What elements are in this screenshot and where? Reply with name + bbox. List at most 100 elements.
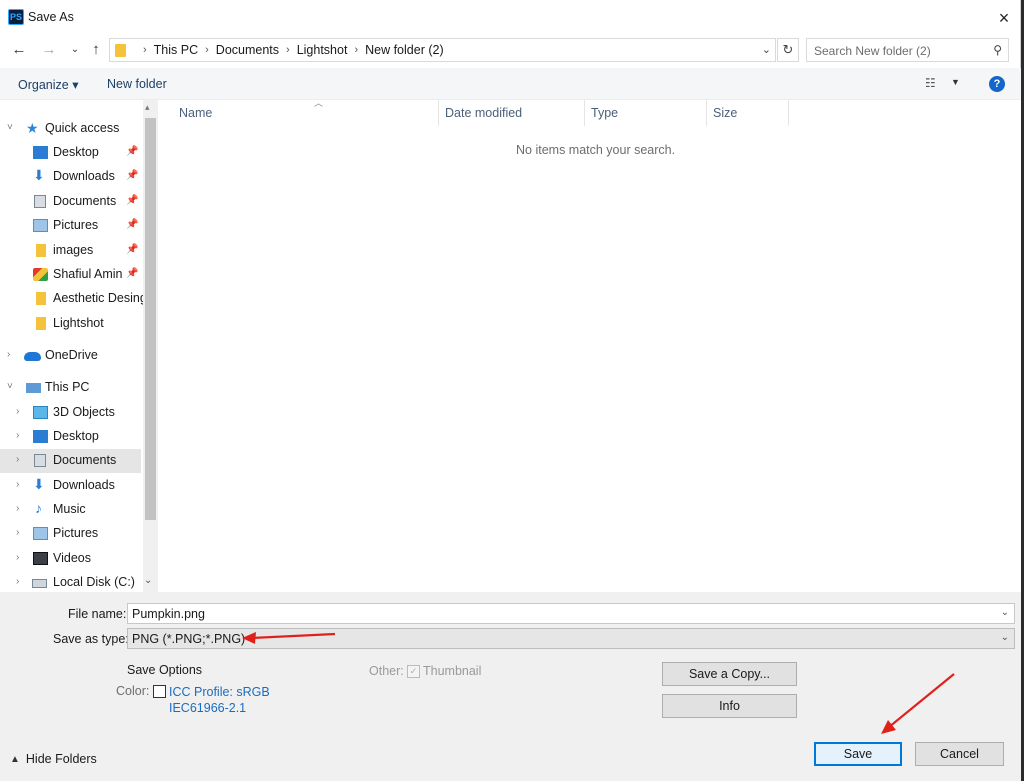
save-a-copy-button[interactable]: Save a Copy...: [662, 662, 797, 686]
nav-item-downloads[interactable]: ⬇ Downloads 📌: [0, 165, 141, 189]
breadcrumb-item[interactable]: Documents: [216, 43, 279, 57]
nav-item-label: Videos: [53, 551, 91, 565]
nav-item-local-disk[interactable]: › Local Disk (C:): [0, 571, 141, 592]
address-bar[interactable]: › This PC › Documents › Lightshot › New …: [109, 38, 776, 62]
thumbnail-checkbox[interactable]: ✓: [407, 665, 420, 678]
back-arrow-icon[interactable]: ←: [8, 38, 30, 60]
expand-chevron-icon[interactable]: ›: [16, 430, 19, 441]
scroll-down-icon[interactable]: ⌄: [144, 575, 152, 586]
nav-item-label: Desktop: [53, 429, 99, 443]
file-list[interactable]: Name ︿ Date modified Type Size No items …: [160, 98, 1021, 592]
hide-folders-button[interactable]: ▲ Hide Folders: [10, 752, 97, 766]
address-dropdown-icon[interactable]: ⌄: [762, 43, 771, 56]
command-toolbar: Organize ▾ New folder ☷ ▼ ?: [0, 68, 1021, 100]
other-label: Other:: [369, 664, 404, 678]
column-header-date-modified[interactable]: Date modified: [439, 100, 585, 126]
nav-item-desktop[interactable]: Desktop 📌: [0, 141, 141, 165]
nav-item-lightshot[interactable]: Lightshot: [0, 312, 141, 336]
nav-item-onedrive[interactable]: › OneDrive: [0, 344, 141, 368]
nav-item-downloads-pc[interactable]: › ⬇ Downloads: [0, 474, 141, 498]
close-icon[interactable]: ×: [992, 6, 1016, 30]
expand-chevron-icon[interactable]: ›: [16, 527, 19, 538]
up-arrow-icon[interactable]: ↑: [85, 38, 107, 60]
save-as-type-dropdown-icon[interactable]: ⌄: [1001, 632, 1009, 643]
folder-icon: [115, 44, 126, 57]
nav-item-label: Desktop: [53, 145, 99, 159]
nav-item-documents[interactable]: Documents 📌: [0, 190, 141, 214]
save-options-heading: Save Options: [127, 663, 203, 677]
file-name-field[interactable]: Pumpkin.png ⌄: [127, 603, 1015, 624]
scroll-up-icon[interactable]: ▴: [145, 102, 150, 113]
search-input[interactable]: Search New folder (2) ⚲: [806, 38, 1009, 62]
nav-item-images[interactable]: images 📌: [0, 239, 141, 263]
nav-item-this-pc[interactable]: ˅ This PC: [0, 376, 141, 400]
nav-item-pictures[interactable]: Pictures 📌: [0, 214, 141, 238]
collapse-chevron-icon[interactable]: ˅: [7, 122, 13, 133]
hide-folders-label: Hide Folders: [25, 752, 97, 766]
forward-arrow-icon[interactable]: →: [38, 38, 60, 60]
nav-item-aesthetic-desing[interactable]: Aesthetic Desing: [0, 287, 143, 311]
chevron-up-icon: ▲: [10, 753, 20, 765]
nav-item-quick-access[interactable]: ˅ ★ Quick access: [0, 117, 141, 141]
view-dropdown-icon[interactable]: ▼: [951, 77, 960, 87]
file-name-dropdown-icon[interactable]: ⌄: [1001, 607, 1009, 618]
expand-chevron-icon[interactable]: ›: [16, 552, 19, 563]
column-header-label: Name: [179, 106, 213, 120]
thumbnail-label: Thumbnail: [423, 664, 482, 678]
user-folder-icon: [33, 268, 48, 281]
nav-item-videos[interactable]: › Videos: [0, 547, 141, 571]
expand-chevron-icon[interactable]: ›: [7, 349, 10, 360]
nav-item-3d-objects[interactable]: › 3D Objects: [0, 401, 141, 425]
help-icon[interactable]: ?: [989, 76, 1005, 92]
nav-item-label: Pictures: [53, 218, 99, 232]
column-header-type[interactable]: Type: [585, 100, 707, 126]
save-button[interactable]: Save: [814, 742, 902, 766]
nav-item-documents-pc[interactable]: › Documents: [0, 449, 141, 473]
title-bar: PS Save As ×: [0, 0, 1021, 36]
nav-item-label: Pictures: [53, 526, 99, 540]
nav-item-music[interactable]: › ♪ Music: [0, 498, 141, 522]
breadcrumb-item[interactable]: This PC: [154, 43, 198, 57]
pin-icon: 📌: [126, 268, 139, 279]
expand-chevron-icon[interactable]: ›: [16, 479, 19, 490]
navigation-pane[interactable]: ˅ ★ Quick access Desktop 📌 ⬇ Downloads 📌…: [0, 100, 143, 592]
column-header-name[interactable]: Name ︿: [173, 98, 439, 126]
breadcrumb-separator-icon: ›: [354, 44, 359, 56]
documents-icon: [34, 454, 46, 467]
icc-profile-checkbox[interactable]: [153, 685, 166, 698]
collapse-chevron-icon[interactable]: ˅: [7, 381, 13, 392]
breadcrumb-item[interactable]: New folder (2): [365, 43, 444, 57]
pictures-icon: [33, 219, 48, 232]
nav-item-label: Documents: [53, 194, 117, 208]
search-icon: ⚲: [993, 43, 1002, 57]
nav-item-label: Aesthetic Desing: [53, 291, 143, 305]
organize-menu-button[interactable]: Organize ▾: [18, 77, 78, 92]
new-folder-button[interactable]: New folder: [107, 77, 167, 91]
cancel-button[interactable]: Cancel: [915, 742, 1004, 766]
expand-chevron-icon[interactable]: ›: [16, 503, 19, 514]
breadcrumb-item[interactable]: Lightshot: [297, 43, 348, 57]
icc-profile-line: ICC Profile: sRGB: [169, 685, 270, 699]
recent-locations-chevron-icon[interactable]: ⌄: [64, 38, 86, 60]
view-options-icon[interactable]: ☷: [925, 76, 936, 90]
nav-item-desktop-pc[interactable]: › Desktop: [0, 425, 141, 449]
download-icon: ⬇: [33, 476, 45, 492]
pin-icon: 📌: [126, 146, 139, 157]
column-header-size[interactable]: Size: [707, 100, 789, 126]
expand-chevron-icon[interactable]: ›: [16, 576, 19, 587]
nav-item-label: Lightshot: [53, 316, 104, 330]
pin-icon: 📌: [126, 195, 139, 206]
nav-item-shafiul-amin[interactable]: Shafiul Amin 📌: [0, 263, 141, 287]
folder-icon: [36, 244, 46, 257]
expand-chevron-icon[interactable]: ›: [16, 406, 19, 417]
refresh-icon[interactable]: ↻: [777, 38, 799, 62]
column-header-label: Size: [713, 106, 738, 120]
nav-item-pictures-pc[interactable]: › Pictures: [0, 522, 141, 546]
info-button[interactable]: Info: [662, 694, 797, 718]
save-as-dialog: PS Save As × ← → ⌄ ↑ › This PC › Documen…: [0, 0, 1021, 781]
color-label: Color:: [116, 684, 150, 698]
nav-scrollbar-thumb[interactable]: [145, 118, 156, 520]
save-as-type-select[interactable]: PNG (*.PNG;*.PNG) ⌄: [127, 628, 1015, 649]
pin-icon: 📌: [126, 244, 139, 255]
expand-chevron-icon[interactable]: ›: [16, 454, 19, 465]
